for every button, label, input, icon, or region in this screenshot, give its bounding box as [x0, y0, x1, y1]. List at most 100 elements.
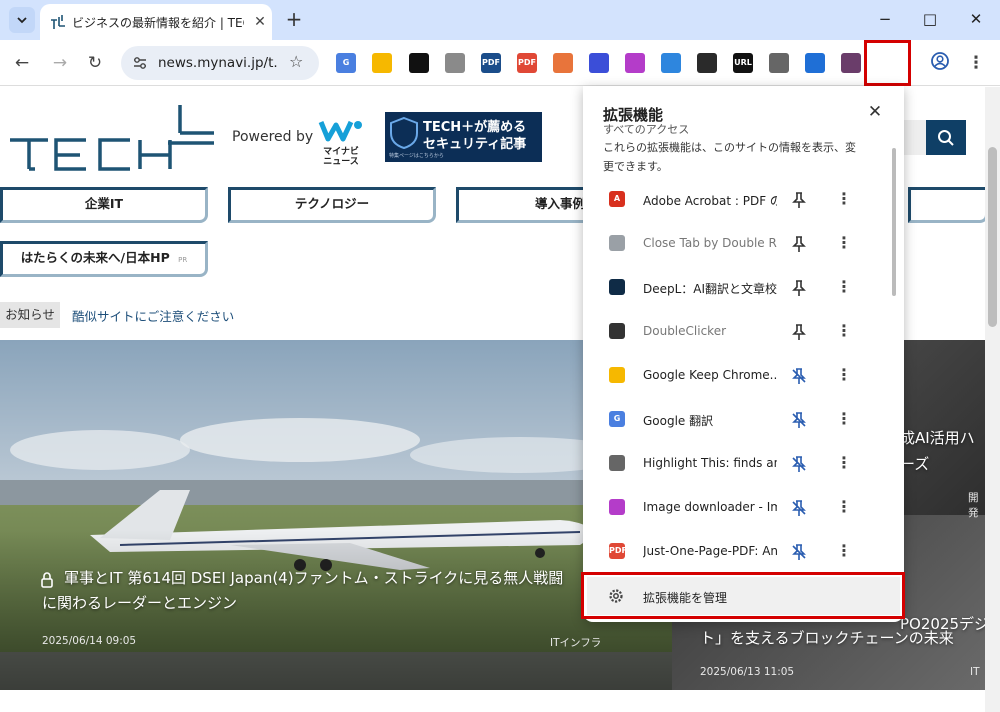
- bookmark-star-icon[interactable]: ☆: [289, 52, 303, 71]
- maximize-button[interactable]: □: [918, 8, 942, 32]
- pr-badge: PR: [178, 256, 188, 264]
- extension-row[interactable]: A Adobe Acrobat : PDF の... ⋮: [583, 178, 904, 222]
- mynavi-news-logo[interactable]: マイナビ ニュース: [318, 117, 364, 167]
- extension-name: DoubleClicker: [643, 324, 727, 338]
- pin-icon[interactable]: [789, 234, 809, 254]
- hero-title-line2: に関わるレーダーとエンジン: [42, 594, 238, 612]
- powered-by-label: Powered by: [232, 129, 314, 145]
- wave-icon[interactable]: [589, 53, 609, 73]
- more-options-icon[interactable]: ⋮: [835, 365, 853, 387]
- more-options-icon[interactable]: ⋮: [835, 497, 853, 519]
- extension-row[interactable]: Google Keep Chrome... ⋮: [583, 354, 904, 398]
- hero-title-line1: 軍事とIT 第614回 DSEI Japan(4)ファントム・ストライクに見る無…: [64, 569, 564, 587]
- section-heading: すべてのアクセス: [603, 123, 690, 136]
- tech-plus-logo: [10, 105, 214, 171]
- menu-future-of-work[interactable]: はたらくの未来へ/日本HP PR: [0, 241, 208, 277]
- new-tab-button[interactable]: +: [282, 8, 306, 32]
- extension-row[interactable]: Highlight This: finds an... ⋮: [583, 442, 904, 486]
- highlight-box-manage-extensions: [581, 572, 905, 619]
- minimize-button[interactable]: −: [873, 8, 897, 32]
- chevron-down-icon: [17, 17, 27, 24]
- reload-icon[interactable]: ↻: [83, 51, 107, 75]
- unpin-icon[interactable]: [789, 410, 809, 430]
- megaphone-icon[interactable]: [553, 53, 573, 73]
- page-scrollbar[interactable]: [985, 87, 1000, 712]
- marker-icon[interactable]: [805, 53, 825, 73]
- menu-more[interactable]: [908, 187, 985, 223]
- close-popup-icon[interactable]: ✕: [863, 101, 887, 125]
- extension-name: Google Keep Chrome...: [643, 368, 777, 382]
- image-download-icon[interactable]: [625, 53, 645, 73]
- site-search-button[interactable]: [926, 120, 966, 155]
- pdf-red-icon[interactable]: PDF: [517, 53, 537, 73]
- more-options-icon[interactable]: ⋮: [835, 541, 853, 563]
- title-bar: ビジネスの最新情報を紹介 | TECH+ ✕ + − □ ✕: [0, 0, 1000, 40]
- pdf-icon[interactable]: PDF: [481, 53, 501, 73]
- hero-category: ITインフラ: [550, 637, 602, 649]
- extension-icon: [609, 235, 625, 251]
- scrollbar-thumb[interactable]: [988, 147, 997, 327]
- menu-technology[interactable]: テクノロジー: [228, 187, 436, 223]
- pin-icon[interactable]: [789, 190, 809, 210]
- extension-name: Just-One-Page-PDF: An...: [643, 544, 777, 558]
- extension-name: Image downloader - Im...: [643, 500, 777, 514]
- extension-name: Highlight This: finds an...: [643, 456, 777, 470]
- extension-row[interactable]: DoubleClicker ⋮: [583, 310, 904, 354]
- extension-name: Google 翻訳: [643, 414, 714, 428]
- phone-icon[interactable]: [661, 53, 681, 73]
- unpin-icon[interactable]: [789, 454, 809, 474]
- url-text: news.mynavi.jp/t...: [158, 55, 278, 71]
- tab-title: ビジネスの最新情報を紹介 | TECH+: [72, 16, 244, 30]
- tab-search-button[interactable]: [9, 7, 35, 33]
- extension-icon: [609, 455, 625, 471]
- unpin-icon[interactable]: [789, 366, 809, 386]
- browser-tab[interactable]: ビジネスの最新情報を紹介 | TECH+ ✕: [40, 4, 272, 40]
- menu-enterprise-it[interactable]: 企業IT: [0, 187, 208, 223]
- close-tab-icon[interactable]: ✕: [250, 12, 270, 32]
- tech-favicon-icon: [51, 15, 65, 29]
- extension-row[interactable]: G Google 翻訳 ⋮: [583, 398, 904, 442]
- lock-icon: [41, 572, 53, 588]
- url-icon[interactable]: URL: [733, 53, 753, 73]
- more-options-icon[interactable]: ⋮: [835, 321, 853, 343]
- highlighter-icon[interactable]: [769, 53, 789, 73]
- forward-icon[interactable]: →: [48, 51, 72, 75]
- notice-link[interactable]: 酷似サイトにご注意ください: [72, 306, 234, 325]
- avatar-ext-icon[interactable]: [841, 53, 861, 73]
- more-options-icon[interactable]: ⋮: [835, 189, 853, 211]
- more-options-icon[interactable]: ⋮: [835, 233, 853, 255]
- pin-icon[interactable]: [789, 322, 809, 342]
- smile-icon[interactable]: [697, 53, 717, 73]
- extension-row[interactable]: Close Tab by Double Ri... ⋮: [583, 222, 904, 266]
- address-bar[interactable]: news.mynavi.jp/t... ☆: [121, 46, 319, 80]
- google-keep-icon[interactable]: [372, 53, 392, 73]
- pin-icon[interactable]: [789, 278, 809, 298]
- extension-icon: A: [609, 191, 625, 207]
- google-translate-icon[interactable]: G: [336, 53, 356, 73]
- hero-article-main[interactable]: 軍事とIT 第614回 DSEI Japan(4)ファントム・ストライクに見る無…: [0, 340, 672, 690]
- back-icon[interactable]: ←: [10, 51, 34, 75]
- more-options-icon[interactable]: ⋮: [835, 409, 853, 431]
- shield-icon: [390, 116, 418, 150]
- unpin-icon[interactable]: [789, 498, 809, 518]
- notice-tag: お知らせ: [0, 302, 60, 328]
- browser-window: ビジネスの最新情報を紹介 | TECH+ ✕ + − □ ✕ ← → ↻ new…: [0, 0, 1000, 712]
- browser-menu-icon[interactable]: ⋮: [964, 51, 988, 75]
- camera-icon[interactable]: [445, 53, 465, 73]
- profile-icon[interactable]: [928, 51, 952, 75]
- unpin-icon[interactable]: [789, 542, 809, 562]
- security-feature-banner[interactable]: TECH＋が薦める セキュリティ記事 特集ページはこちらから: [385, 112, 542, 162]
- square-icon[interactable]: [409, 53, 429, 73]
- extension-icon: [609, 367, 625, 383]
- highlight-box-extensions-button: [864, 40, 911, 86]
- more-options-icon[interactable]: ⋮: [835, 277, 853, 299]
- site-info-icon[interactable]: [131, 54, 149, 72]
- close-window-button[interactable]: ✕: [964, 8, 988, 32]
- extension-row[interactable]: Image downloader - Im... ⋮: [583, 486, 904, 530]
- more-options-icon[interactable]: ⋮: [835, 453, 853, 475]
- hero-date: 2025/06/14 09:05: [42, 635, 137, 647]
- extension-row[interactable]: DeepL：AI翻訳と文章校... ⋮: [583, 266, 904, 310]
- extension-row[interactable]: PDF Just-One-Page-PDF: An... ⋮: [583, 530, 904, 574]
- extension-icon: G: [609, 411, 625, 427]
- extension-name: DeepL：AI翻訳と文章校...: [643, 282, 777, 296]
